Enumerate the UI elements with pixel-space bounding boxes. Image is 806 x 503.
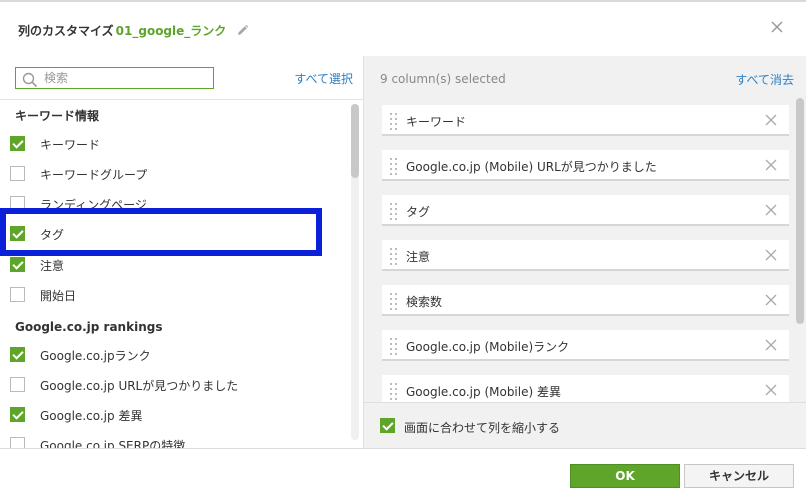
column-option-keyword[interactable]: キーワード [10,129,340,157]
checkbox[interactable] [10,136,25,151]
column-option-label: Google.co.jp SERPの特徴 [40,439,186,448]
selected-column-label: 注意 [406,250,431,264]
column-option-label: 注意 [40,259,65,273]
checkbox[interactable] [10,347,25,362]
remove-icon[interactable] [765,294,777,306]
remove-icon[interactable] [765,249,777,261]
preset-name: 01_google_ランク [115,24,227,38]
selected-column-item[interactable]: キーワード [382,105,789,136]
dialog-header: 列のカスタマイズ 01_google_ランク [0,2,806,56]
pencil-icon[interactable] [236,24,249,40]
column-option-label: ランディングページ [40,198,147,212]
fit-to-screen-label: 画面に合わせて列を縮小する [404,421,561,435]
remove-icon[interactable] [765,384,777,396]
selected-column-item[interactable]: 注意 [382,240,789,271]
column-option-label: キーワードグループ [40,168,148,182]
remove-icon[interactable] [765,159,777,171]
fit-to-screen-option[interactable]: 画面に合わせて列を縮小する [364,402,806,448]
checkbox[interactable] [10,437,25,448]
checkbox[interactable] [10,257,25,272]
column-option-label: Google.co.jp 差異 [40,409,143,423]
selected-columns-panel: 9 column(s) selected すべて消去 キーワード Google.… [363,56,806,448]
left-scrollbar[interactable] [351,104,359,440]
column-option-start-date[interactable]: 開始日 [10,280,340,308]
remove-icon[interactable] [765,339,777,351]
selected-column-label: Google.co.jp (Mobile)ランク [406,340,570,354]
checkbox[interactable] [10,226,25,241]
checkbox[interactable] [10,196,25,211]
selected-column-item[interactable]: タグ [382,195,789,226]
selected-column-item[interactable]: Google.co.jp (Mobile)ランク [382,330,789,361]
selected-column-label: Google.co.jp (Mobile) 差異 [406,385,561,399]
drag-handle-icon[interactable] [390,338,398,355]
selected-column-label: タグ [406,205,431,219]
column-option-label: 開始日 [40,289,77,303]
fit-to-screen-checkbox[interactable] [380,418,395,433]
column-option-label: キーワード [40,138,101,152]
dialog-footer: OK キャンセル [0,448,806,503]
right-scrollbar[interactable] [796,98,804,324]
cancel-button[interactable]: キャンセル [684,464,794,488]
checkbox[interactable] [10,166,25,181]
selected-column-label: 検索数 [406,295,443,309]
search-icon [22,72,38,88]
column-option-tag[interactable]: タグ [10,219,340,247]
drag-handle-icon[interactable] [390,383,398,400]
group-title-google-rankings: Google.co.jp rankings [15,320,163,334]
selected-column-label: キーワード [406,115,467,129]
column-option-landing-page[interactable]: ランディングページ [10,189,340,217]
column-option-google-rank[interactable]: Google.co.jpランク [10,340,340,368]
close-icon[interactable] [770,20,784,34]
selected-count: 9 column(s) selected [380,72,506,86]
remove-icon[interactable] [765,204,777,216]
column-option-label: Google.co.jp URLが見つかりました [40,379,239,393]
search-input[interactable] [44,69,209,87]
drag-handle-icon[interactable] [390,248,398,265]
column-option-note[interactable]: 注意 [10,250,340,278]
clear-all-link[interactable]: すべて消去 [735,71,794,88]
selected-column-item[interactable]: Google.co.jp (Mobile) URLが見つかりました [382,150,789,181]
select-all-link[interactable]: すべて選択 [294,70,353,87]
selected-column-item[interactable]: 検索数 [382,285,789,316]
checkbox[interactable] [10,407,25,422]
dialog-title: 列のカスタマイズ 01_google_ランク [18,22,249,40]
drag-handle-icon[interactable] [390,158,398,175]
ok-button[interactable]: OK [570,464,680,488]
column-option-google-url-found[interactable]: Google.co.jp URLが見つかりました [10,370,340,398]
column-list: キーワード情報 キーワード キーワードグループ ランディングページ タグ 注意 … [0,100,348,448]
column-option-keyword-group[interactable]: キーワードグループ [10,159,340,187]
scrollbar-thumb[interactable] [351,104,359,178]
selected-column-label: Google.co.jp (Mobile) URLが見つかりました [406,160,657,174]
search-box[interactable] [15,67,214,89]
drag-handle-icon[interactable] [390,113,398,130]
remove-icon[interactable] [765,114,777,126]
checkbox[interactable] [10,377,25,392]
group-title-keyword-info: キーワード情報 [15,109,100,123]
column-option-google-diff[interactable]: Google.co.jp 差異 [10,400,340,428]
column-option-google-serp-features[interactable]: Google.co.jp SERPの特徴 [10,430,340,448]
drag-handle-icon[interactable] [390,293,398,310]
checkbox[interactable] [10,287,25,302]
column-option-label: Google.co.jpランク [40,349,151,363]
column-option-label: タグ [40,228,65,242]
dialog-title-text: 列のカスタマイズ [18,24,114,38]
available-columns-panel: すべて選択 キーワード情報 キーワード キーワードグループ ランディングページ … [0,56,363,448]
drag-handle-icon[interactable] [390,203,398,220]
